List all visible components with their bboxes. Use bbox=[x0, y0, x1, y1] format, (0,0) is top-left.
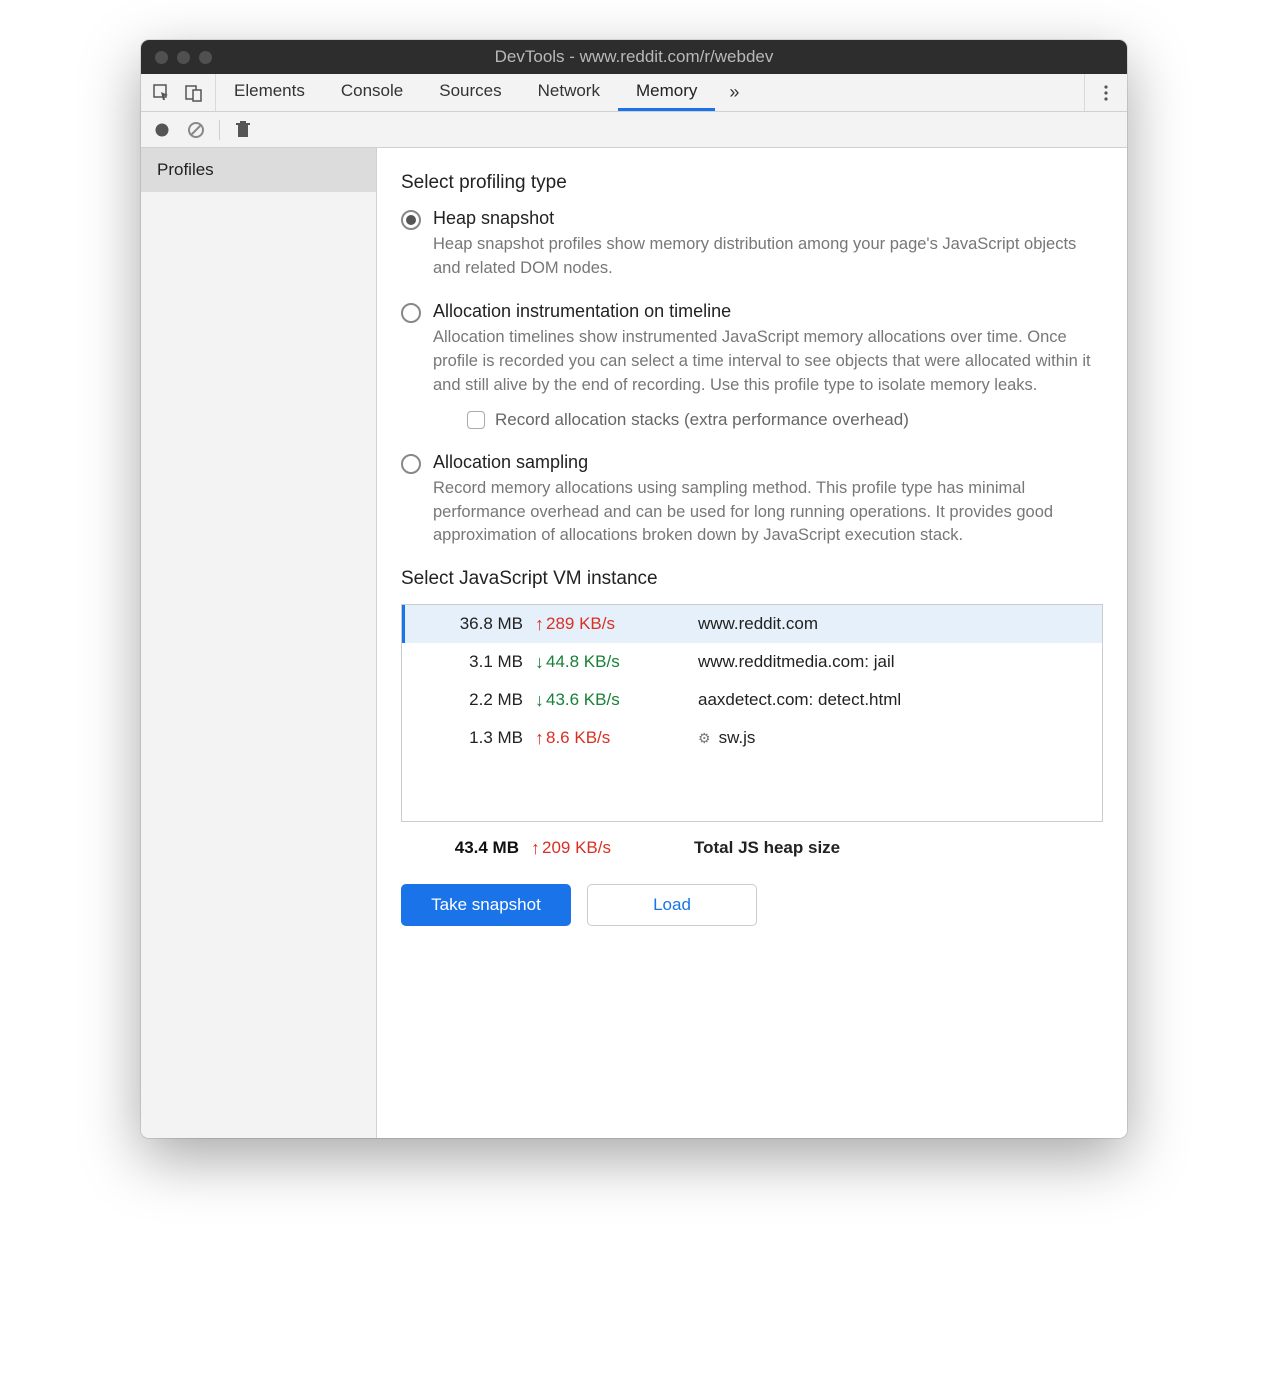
window-title: DevTools - www.reddit.com/r/webdev bbox=[141, 47, 1127, 67]
record-icon[interactable] bbox=[151, 119, 173, 141]
record-stacks-label: Record allocation stacks (extra performa… bbox=[495, 410, 909, 430]
vm-size: 36.8 MB bbox=[405, 614, 535, 634]
vm-name: www.redditmedia.com: jail bbox=[670, 652, 1092, 672]
take-snapshot-button[interactable]: Take snapshot bbox=[401, 884, 571, 926]
vm-row[interactable]: 1.3 MB ↑8.6 KB/s ⚙sw.js bbox=[402, 719, 1102, 757]
tabs-overflow-button[interactable]: » bbox=[715, 74, 753, 111]
load-button[interactable]: Load bbox=[587, 884, 757, 926]
action-buttons: Take snapshot Load bbox=[401, 884, 1103, 926]
zoom-window-button[interactable] bbox=[199, 51, 212, 64]
close-window-button[interactable] bbox=[155, 51, 168, 64]
option-desc: Allocation timelines show instrumented J… bbox=[433, 326, 1103, 398]
tab-network[interactable]: Network bbox=[520, 74, 618, 111]
radio-allocation-timeline[interactable] bbox=[401, 303, 421, 323]
option-title: Allocation instrumentation on timeline bbox=[433, 301, 1103, 322]
option-desc: Heap snapshot profiles show memory distr… bbox=[433, 233, 1103, 281]
vm-total-rate: ↑209 KB/s bbox=[531, 838, 666, 858]
vm-rate: ↓43.6 KB/s bbox=[535, 690, 670, 710]
radio-heap-snapshot[interactable] bbox=[401, 210, 421, 230]
vm-size: 3.1 MB bbox=[405, 652, 535, 672]
option-title: Heap snapshot bbox=[433, 208, 1103, 229]
profile-option-timeline[interactable]: Allocation instrumentation on timeline A… bbox=[401, 301, 1103, 432]
profile-option-heap[interactable]: Heap snapshot Heap snapshot profiles sho… bbox=[401, 208, 1103, 281]
vm-name: aaxdetect.com: detect.html bbox=[670, 690, 1092, 710]
devtools-window: DevTools - www.reddit.com/r/webdev Eleme… bbox=[141, 40, 1127, 1138]
vm-rate: ↑8.6 KB/s bbox=[535, 728, 670, 748]
arrow-up-icon: ↑ bbox=[535, 729, 544, 747]
clear-icon[interactable] bbox=[185, 119, 207, 141]
record-stacks-checkbox[interactable] bbox=[467, 411, 485, 429]
radio-allocation-sampling[interactable] bbox=[401, 454, 421, 474]
vm-rate: ↓44.8 KB/s bbox=[535, 652, 670, 672]
vm-total-size: 43.4 MB bbox=[401, 838, 531, 858]
tab-console[interactable]: Console bbox=[323, 74, 421, 111]
arrow-up-icon: ↑ bbox=[535, 615, 544, 633]
record-stacks-row[interactable]: Record allocation stacks (extra performa… bbox=[467, 410, 1103, 430]
vm-row[interactable]: 2.2 MB ↓43.6 KB/s aaxdetect.com: detect.… bbox=[402, 681, 1102, 719]
titlebar: DevTools - www.reddit.com/r/webdev bbox=[141, 40, 1127, 74]
toolbar-divider bbox=[219, 120, 220, 140]
vm-rate: ↑289 KB/s bbox=[535, 614, 670, 634]
tab-memory[interactable]: Memory bbox=[618, 74, 715, 111]
trash-icon[interactable] bbox=[232, 119, 254, 141]
arrow-up-icon: ↑ bbox=[531, 839, 540, 857]
memory-toolbar bbox=[141, 112, 1127, 148]
sidebar: Profiles bbox=[141, 148, 377, 1138]
sidebar-item-profiles[interactable]: Profiles bbox=[141, 148, 376, 192]
inspect-element-icon[interactable] bbox=[151, 82, 173, 104]
vm-size: 2.2 MB bbox=[405, 690, 535, 710]
vm-name: ⚙sw.js bbox=[670, 728, 1092, 748]
service-worker-icon: ⚙ bbox=[698, 730, 711, 747]
kebab-menu-icon[interactable] bbox=[1095, 82, 1117, 104]
toggle-device-toolbar-icon[interactable] bbox=[183, 82, 205, 104]
panel-tabstrip: Elements Console Sources Network Memory … bbox=[141, 74, 1127, 112]
arrow-down-icon: ↓ bbox=[535, 653, 544, 671]
minimize-window-button[interactable] bbox=[177, 51, 190, 64]
option-title: Allocation sampling bbox=[433, 452, 1103, 473]
panel-tabs: Elements Console Sources Network Memory … bbox=[216, 74, 753, 111]
vm-row[interactable]: 36.8 MB ↑289 KB/s www.reddit.com bbox=[402, 605, 1102, 643]
vm-total-row: 43.4 MB ↑209 KB/s Total JS heap size bbox=[401, 826, 1103, 870]
vm-size: 1.3 MB bbox=[405, 728, 535, 748]
vm-section-title: Select JavaScript VM instance bbox=[401, 568, 1103, 590]
vm-spacer bbox=[402, 757, 1102, 821]
option-desc: Record memory allocations using sampling… bbox=[433, 477, 1103, 549]
arrow-down-icon: ↓ bbox=[535, 691, 544, 709]
profile-option-sampling[interactable]: Allocation sampling Record memory alloca… bbox=[401, 452, 1103, 549]
profiling-section-title: Select profiling type bbox=[401, 172, 1103, 194]
vm-instance-table: 36.8 MB ↑289 KB/s www.reddit.com 3.1 MB … bbox=[401, 604, 1103, 822]
vm-total-label: Total JS heap size bbox=[666, 838, 1103, 858]
tab-sources[interactable]: Sources bbox=[421, 74, 519, 111]
vm-name: www.reddit.com bbox=[670, 614, 1092, 634]
tab-elements[interactable]: Elements bbox=[216, 74, 323, 111]
main-panel: Select profiling type Heap snapshot Heap… bbox=[377, 148, 1127, 1138]
traffic-lights bbox=[141, 51, 212, 64]
vm-row[interactable]: 3.1 MB ↓44.8 KB/s www.redditmedia.com: j… bbox=[402, 643, 1102, 681]
